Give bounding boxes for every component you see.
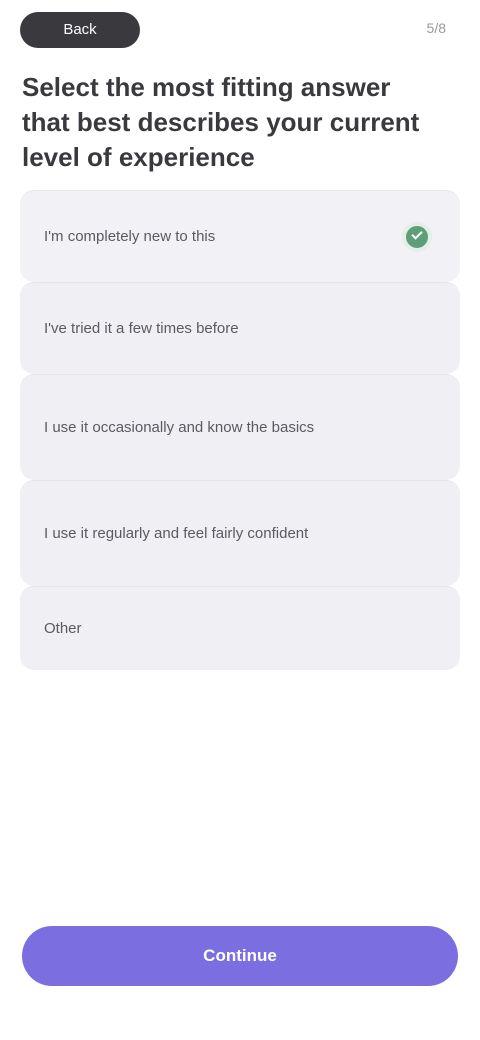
option-item[interactable]: I use it occasionally and know the basic… (20, 374, 460, 480)
option-item[interactable]: I'm completely new to this (20, 190, 460, 282)
step-indicator: 5/8 (426, 20, 446, 36)
option-label: I'm completely new to this (44, 228, 216, 245)
onboarding-screen: Back 5/8 Select the most fitting answer … (0, 0, 480, 1040)
option-item[interactable]: I use it regularly and feel fairly confi… (20, 480, 460, 586)
option-label: I use it regularly and feel fairly confi… (44, 525, 309, 542)
option-label: I use it occasionally and know the basic… (44, 419, 315, 436)
selected-check-icon (402, 221, 432, 252)
top-bar: Back 5/8 (0, 0, 480, 64)
option-item[interactable]: I've tried it a few times before (20, 282, 460, 374)
option-item[interactable]: Other (20, 586, 460, 670)
options-list: I'm completely new to this I've tried it… (20, 190, 460, 670)
continue-button[interactable]: Continue (22, 926, 458, 986)
option-label: Other (44, 620, 82, 637)
question-title: Select the most fitting answer that best… (22, 72, 420, 172)
option-label: I've tried it a few times before (44, 320, 239, 337)
back-button[interactable]: Back (20, 12, 140, 48)
check-icon (411, 227, 423, 240)
